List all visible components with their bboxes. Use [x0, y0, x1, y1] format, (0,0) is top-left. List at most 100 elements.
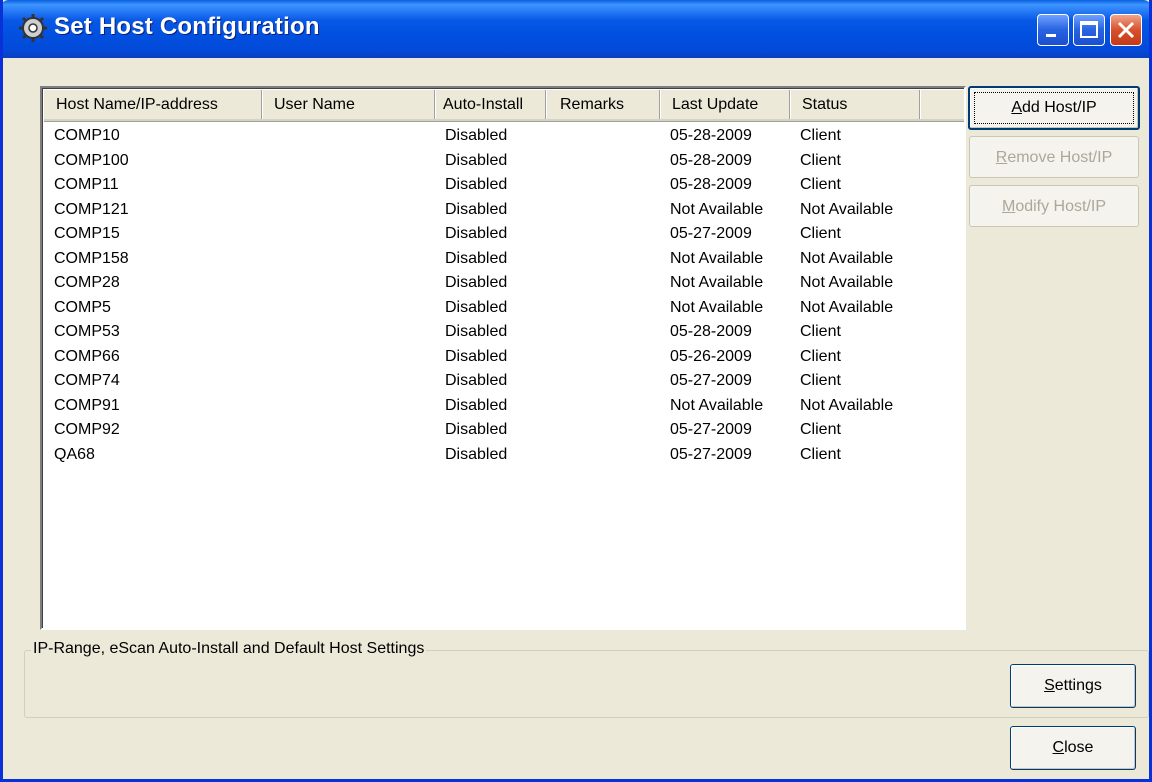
cell-update: 05-26-2009: [670, 347, 752, 365]
cell-host: COMP91: [54, 396, 120, 414]
cell-user: [262, 149, 272, 173]
host-list[interactable]: Host Name/IP-address User Name Auto-Inst…: [40, 86, 966, 630]
cell-user: [262, 296, 272, 320]
modify-host-button[interactable]: Modify Host/IP: [969, 185, 1139, 227]
cell-host: COMP11: [54, 176, 119, 193]
close-button[interactable]: Close: [1010, 726, 1136, 770]
cell-host: COMP121: [54, 200, 129, 218]
column-status[interactable]: Status: [790, 90, 920, 120]
cell-update: Not Available: [670, 249, 764, 267]
remove-host-label: emove Host/IP: [1007, 149, 1113, 166]
cell-host: COMP15: [54, 225, 120, 242]
table-row[interactable]: COMP100 Disabled 05-28-2009 Client: [44, 149, 964, 174]
column-auto-install[interactable]: Auto-Install: [435, 90, 546, 120]
column-remarks[interactable]: Remarks: [546, 90, 660, 120]
settings-groupbox-label: IP-Range, eScan Auto-Install and Default…: [31, 640, 427, 658]
cell-user: [262, 271, 272, 295]
cell-user: [262, 124, 272, 148]
modify-host-label: odify Host/IP: [1015, 198, 1107, 215]
cell-auto: Disabled: [445, 249, 508, 267]
cell-remarks: [546, 271, 556, 295]
cell-auto: Disabled: [445, 127, 508, 144]
cell-status: Client: [800, 323, 841, 340]
cell-status: Not Available: [800, 396, 894, 414]
table-row[interactable]: COMP91 Disabled Not Available Not Available: [44, 394, 964, 419]
cell-remarks: [546, 296, 556, 320]
cell-remarks: [546, 247, 556, 271]
cell-remarks: [546, 443, 556, 467]
cell-auto: Disabled: [445, 176, 508, 193]
cell-update: 05-28-2009: [670, 151, 752, 169]
title-bar[interactable]: Set Host Configuration: [3, 0, 1149, 58]
table-row[interactable]: COMP92 Disabled 05-27-2009 Client: [44, 418, 964, 443]
gear-icon: [19, 14, 47, 42]
cell-remarks: [546, 222, 556, 246]
cell-user: [262, 345, 272, 369]
table-row[interactable]: COMP158 Disabled Not Available Not Availabl…: [44, 247, 964, 272]
list-rows: COMP10 Disabled 05-28-2009 Client COMP100 Dis…: [44, 124, 964, 467]
cell-remarks: [546, 124, 556, 148]
table-row[interactable]: COMP11 Disabled 05-28-2009 Client: [44, 173, 964, 198]
settings-mnemonic: S: [1044, 677, 1055, 694]
cell-remarks: [546, 394, 556, 418]
close-window-button[interactable]: [1110, 14, 1142, 46]
cell-host: COMP100: [54, 151, 129, 169]
cell-user: [262, 418, 272, 442]
remove-host-button[interactable]: Remove Host/IP: [969, 136, 1139, 178]
cell-status: Client: [800, 421, 841, 438]
close-mnemonic: C: [1052, 739, 1065, 756]
column-filler: [920, 90, 964, 120]
add-host-button[interactable]: Add Host/IP: [968, 86, 1140, 130]
minimize-button[interactable]: [1037, 14, 1069, 46]
cell-remarks: [546, 345, 556, 369]
focus-rect: [974, 92, 1134, 124]
cell-update: 05-28-2009: [670, 323, 752, 340]
maximize-icon: [1080, 21, 1098, 38]
cell-user: [262, 247, 272, 271]
cell-auto: Disabled: [445, 274, 508, 291]
cell-status: Client: [800, 372, 841, 389]
cell-auto: Disabled: [445, 151, 508, 169]
table-row[interactable]: COMP121 Disabled Not Available Not Availabl…: [44, 198, 964, 223]
cell-host: COMP53: [54, 323, 120, 340]
table-row[interactable]: QA68 Disabled 05-27-2009 Client: [44, 443, 964, 468]
window-title: Set Host Configuration: [54, 13, 320, 40]
modify-host-mnemonic: M: [1001, 198, 1016, 215]
cell-remarks: [546, 320, 556, 344]
table-row[interactable]: COMP15 Disabled 05-27-2009 Client: [44, 222, 964, 247]
cell-user: [262, 173, 272, 197]
cell-user: [262, 394, 272, 418]
cell-auto: Disabled: [445, 200, 508, 218]
table-row[interactable]: COMP74 Disabled 05-27-2009 Client: [44, 369, 964, 394]
maximize-button[interactable]: [1073, 14, 1105, 46]
cell-update: Not Available: [670, 298, 764, 316]
table-row[interactable]: COMP66 Disabled 05-26-2009 Client: [44, 345, 964, 370]
set-host-configuration-window: Set Host Configuration Host Name/IP-addr…: [0, 0, 1152, 782]
cell-host: COMP92: [54, 421, 120, 438]
cell-auto: Disabled: [445, 323, 508, 340]
column-last-update[interactable]: Last Update: [660, 90, 790, 120]
cell-host: COMP28: [54, 274, 120, 291]
table-row[interactable]: COMP10 Disabled 05-28-2009 Client: [44, 124, 964, 149]
cell-user: [262, 320, 272, 344]
column-user-name[interactable]: User Name: [262, 90, 435, 120]
cell-remarks: [546, 173, 556, 197]
table-row[interactable]: COMP28 Disabled Not Available Not Available: [44, 271, 964, 296]
cell-host: COMP5: [54, 298, 111, 316]
cell-auto: Disabled: [445, 421, 508, 438]
cell-status: Client: [800, 151, 841, 169]
table-row[interactable]: COMP5 Disabled Not Available Not Available: [44, 296, 964, 321]
cell-status: Client: [800, 225, 841, 242]
column-host[interactable]: Host Name/IP-address: [44, 90, 262, 120]
table-row[interactable]: COMP53 Disabled 05-28-2009 Client: [44, 320, 964, 345]
cell-auto: Disabled: [445, 298, 508, 316]
cell-user: [262, 369, 272, 393]
settings-groupbox: [24, 650, 1149, 718]
cell-status: Client: [800, 347, 841, 365]
settings-button[interactable]: Settings: [1010, 664, 1136, 708]
cell-host: COMP66: [54, 347, 120, 365]
cell-update: 05-27-2009: [670, 225, 752, 242]
cell-status: Client: [800, 445, 841, 463]
cell-status: Client: [800, 176, 841, 193]
remove-host-mnemonic: R: [995, 149, 1008, 166]
